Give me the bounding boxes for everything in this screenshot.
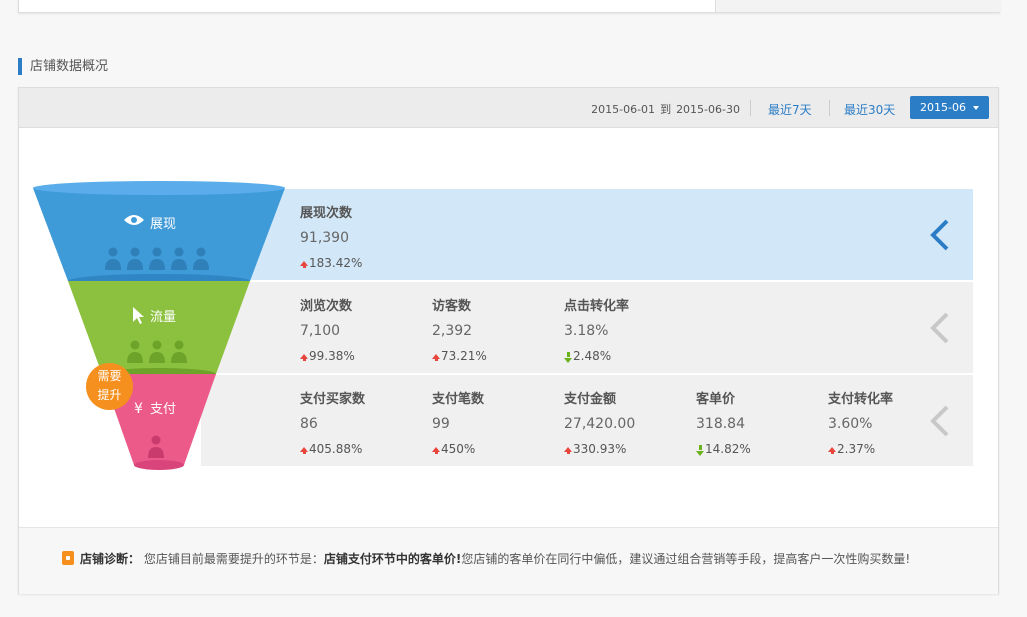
metric-exposure-count: 展现次数 91,390 183.42%: [300, 205, 430, 271]
metric-change-value: 330.93%: [573, 442, 627, 456]
metric-value: 91,390: [300, 230, 349, 246]
arrow-up-icon: [435, 356, 438, 361]
metric-value: 7,100: [300, 323, 341, 339]
arrow-up-icon: [303, 263, 306, 268]
metric-page-views: 浏览次数 7,100 99.38%: [300, 298, 430, 364]
month-select[interactable]: 2015-06: [910, 96, 989, 119]
metric-label: 支付笔数: [432, 392, 485, 407]
metric-label: 客单价: [696, 392, 736, 407]
previous-card: [18, 0, 1000, 13]
diagnosis-highlight: 店铺支付环节中的客单价!: [323, 552, 462, 566]
metric-change: 2.48%: [564, 348, 694, 364]
caret-down-icon: [973, 106, 979, 110]
arrow-down-icon: [567, 352, 570, 357]
needs-improvement-badge: 需要 提升: [86, 363, 133, 410]
date-to: 2015-06-30: [676, 103, 740, 116]
diagnosis-text: 店铺诊断： 您店铺目前最需要提升的环节是：店铺支付环节中的客单价!您店铺的客单价…: [62, 550, 910, 567]
metric-change-value: 450%: [441, 442, 476, 456]
metric-value: 3.18%: [564, 323, 609, 339]
metric-change: 99.38%: [300, 348, 430, 364]
arrow-up-icon: [435, 449, 438, 454]
date-to-word: 到: [660, 103, 672, 116]
arrow-up-icon: [567, 449, 570, 454]
metric-payment-amount: 支付金额 27,420.00 330.93%: [564, 391, 694, 457]
chevron-left-icon[interactable]: [921, 215, 961, 255]
metric-change: 330.93%: [564, 441, 694, 457]
arrow-up-icon: [303, 449, 306, 454]
metric-avg-order-value: 客单价 318.84 14.82%: [696, 391, 826, 457]
metric-value: 86: [300, 416, 318, 432]
date-toolbar: 2015-06-01 到 2015-06-30 最近7天 最近30天 2015-06: [19, 88, 998, 128]
metric-label: 点击转化率: [564, 299, 630, 314]
metric-label: 浏览次数: [300, 299, 353, 314]
arrow-down-icon: [564, 358, 572, 363]
funnel-top-rim: [33, 181, 285, 195]
traffic-row[interactable]: 浏览次数 7,100 99.38% 访客数 2,392 73.21% 点击转化率…: [201, 282, 973, 373]
metric-value: 2,392: [432, 323, 473, 339]
diagnosis-footer: 店铺诊断： 您店铺目前最需要提升的环节是：店铺支付环节中的客单价!您店铺的客单价…: [19, 527, 998, 594]
toolbar-divider: [750, 100, 751, 116]
metric-change-value: 183.42%: [309, 256, 363, 270]
diagnosis-post: 您店铺的客单价在同行中偏低，建议通过组合营销等手段，提高客户一次性购买数量!: [461, 552, 911, 566]
metric-value: 27,420.00: [564, 416, 636, 432]
exposure-row[interactable]: 展现次数 91,390 183.42%: [201, 189, 973, 280]
month-select-value: 2015-06: [920, 101, 966, 114]
metric-change: 14.82%: [696, 441, 826, 457]
funnel-stage-label: 展现: [150, 217, 176, 232]
chevron-left-icon[interactable]: [921, 308, 961, 348]
funnel-stage-label: 支付: [150, 402, 176, 417]
metric-visitors: 访客数 2,392 73.21%: [432, 298, 562, 364]
metric-change-value: 14.82%: [705, 442, 751, 456]
previous-card-side: [715, 0, 1000, 12]
diagnosis-label: 店铺诊断：: [80, 552, 141, 566]
badge-text: 提升: [97, 388, 122, 402]
conversion-funnel: 展现 流量 ¥ 支付: [33, 181, 285, 470]
chevron-left-icon[interactable]: [921, 401, 961, 441]
diagnosis-pre: 您店铺目前最需要提升的环节是：: [143, 552, 324, 566]
metric-change-value: 405.88%: [309, 442, 363, 456]
yen-icon: ¥: [134, 401, 143, 417]
funnel-stage-label: 流量: [150, 310, 176, 325]
date-from: 2015-06-01: [591, 103, 656, 116]
arrow-up-icon: [303, 356, 306, 361]
metric-change: 73.21%: [432, 348, 562, 364]
clipboard-icon: [62, 551, 74, 565]
last-7-days-button[interactable]: 最近7天: [768, 101, 812, 118]
funnel-bottom-rim: [134, 460, 184, 470]
arrow-down-icon: [699, 445, 702, 450]
metric-change: 2.37%: [828, 441, 958, 457]
metric-label: 访客数: [432, 299, 472, 314]
arrow-down-icon: [696, 451, 704, 456]
metric-value: 99: [432, 416, 450, 432]
metric-change-value: 2.37%: [837, 442, 876, 456]
metric-change-value: 73.21%: [441, 349, 487, 363]
metric-click-conversion: 点击转化率 3.18% 2.48%: [564, 298, 694, 364]
metric-label: 支付金额: [564, 392, 617, 407]
metric-change: 450%: [432, 441, 562, 457]
metric-payment-orders: 支付笔数 99 450%: [432, 391, 562, 457]
metric-change-value: 99.38%: [309, 349, 355, 363]
metric-change: 183.42%: [300, 255, 430, 271]
metric-label: 支付买家数: [300, 392, 366, 407]
date-range: 2015-06-01 到 2015-06-30: [591, 101, 740, 117]
badge-text: 需要: [97, 369, 122, 383]
metric-change-value: 2.48%: [573, 349, 612, 363]
metric-value: 318.84: [696, 416, 745, 432]
store-overview-panel: 2015-06-01 到 2015-06-30 最近7天 最近30天 2015-06…: [18, 87, 999, 594]
last-30-days-button[interactable]: 最近30天: [844, 101, 895, 118]
section-title: 店铺数据概况: [18, 58, 108, 75]
metric-change: 405.88%: [300, 441, 430, 457]
payment-row[interactable]: 支付买家数 86 405.88% 支付笔数 99 450% 支付金额 27,42…: [201, 375, 973, 466]
metric-label: 展现次数: [300, 206, 353, 221]
toolbar-divider: [829, 100, 830, 116]
arrow-up-icon: [831, 449, 834, 454]
metric-paying-buyers: 支付买家数 86 405.88%: [300, 391, 430, 457]
